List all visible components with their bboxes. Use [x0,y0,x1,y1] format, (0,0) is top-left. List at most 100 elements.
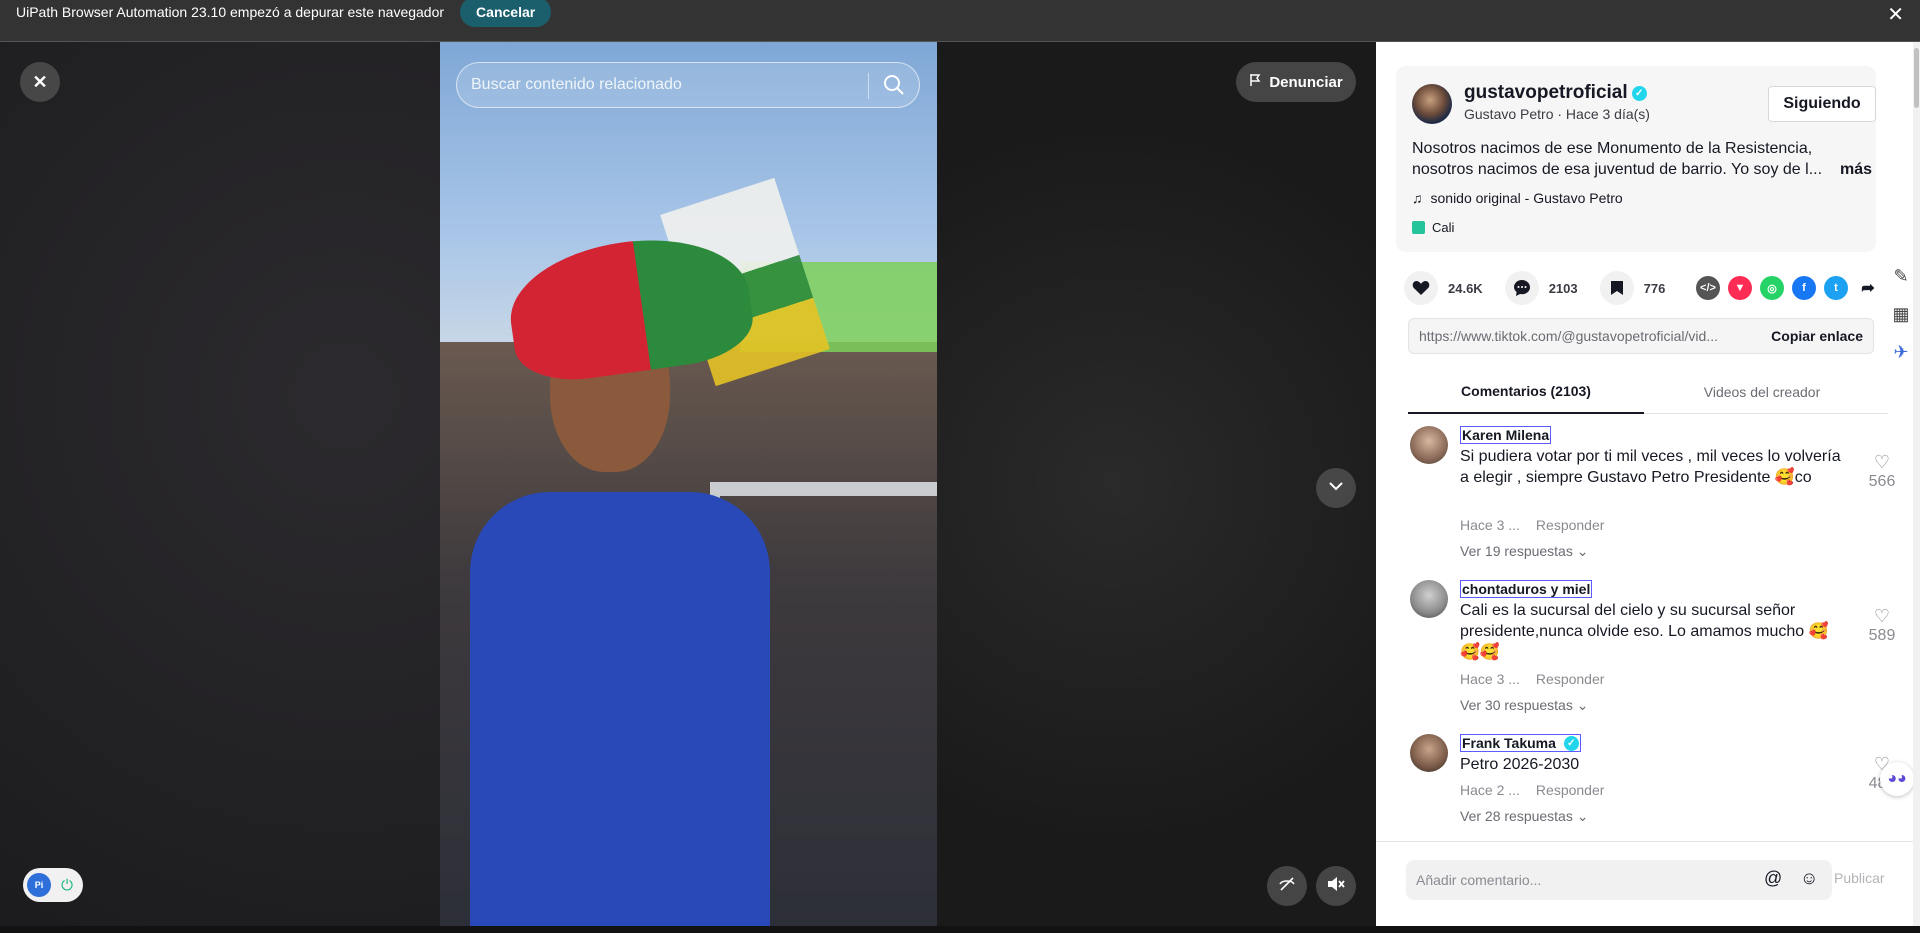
comment-item: Frank Takuma ✓ Petro 2026-2030 Hace 2 ..… [1410,734,1895,834]
power-icon[interactable]: ⏻ [57,875,77,895]
mute-button[interactable] [1316,866,1356,906]
comment-time: Hace 3 ... [1460,671,1520,687]
description-text: Nosotros nacimos de ese Monumento de la … [1412,140,1823,178]
comment-meta: Hace 2 ... Responder [1460,782,1604,798]
add-comment-input[interactable]: Añadir comentario... @ ☺ [1406,860,1832,900]
engagement-stats: 24.6K 2103 776 [1404,270,1687,306]
save-count: 776 [1643,280,1666,296]
view-replies-label: Ver 30 respuestas [1460,697,1573,713]
video-url: https://www.tiktok.com/@gustavopetrofici… [1419,328,1718,344]
view-replies-label: Ver 28 respuestas [1460,808,1573,824]
panel-scrollbar[interactable] [1913,42,1920,926]
comment-text: Si pudiera votar por ti mil veces , mil … [1460,448,1841,486]
view-replies-button[interactable]: Ver 30 respuestas ⌄ [1460,697,1588,714]
twitter-icon[interactable]: t [1824,276,1848,300]
save-button[interactable]: 776 [1599,271,1666,305]
comment-text: Cali es la sucursal del cielo y su sucur… [1460,602,1829,661]
eye-off-icon [1278,875,1296,898]
music-link[interactable]: ♫ sonido original - Gustavo Petro [1412,190,1623,206]
creator-avatar[interactable] [1412,84,1452,124]
heart-outline-icon: ♡ [1873,606,1891,626]
chevron-down-icon: ⌄ [1576,697,1589,713]
share-arrow-icon[interactable]: ➦ [1856,276,1880,300]
send-icon[interactable]: ▼ [1728,276,1752,300]
extension-logo-icon: Pi [27,873,51,897]
mention-icon[interactable]: @ [1764,868,1782,889]
comment-composer: Añadir comentario... @ ☺ Publicar [1376,841,1920,926]
tab-creator-videos[interactable]: Videos del creador [1644,370,1880,414]
chevron-down-icon: ⌄ [1576,543,1589,559]
cancel-debug-button[interactable]: Cancelar [460,0,552,27]
comment-button[interactable]: 2103 [1504,271,1578,305]
reply-button[interactable]: Responder [1536,671,1605,687]
panel-tabs: Comentarios (2103) Videos del creador [1408,370,1888,414]
video-frame[interactable] [440,42,937,926]
volume-muted-icon [1326,875,1346,898]
flag-icon [1249,73,1263,91]
related-search-input[interactable]: Buscar contenido relacionado [456,62,920,108]
commenter-name-text: Frank Takuma [1462,735,1556,751]
verified-icon: ✓ [1563,736,1579,751]
publish-button[interactable]: Publicar [1834,870,1885,886]
commenter-name[interactable]: Karen Milena [1460,426,1552,444]
report-button[interactable]: Denunciar [1236,62,1356,102]
infobar-message: UiPath Browser Automation 23.10 empezó a… [16,3,445,20]
chevron-down-icon: ⌄ [1576,808,1589,824]
location-pin-icon [1412,221,1425,234]
tab-comments[interactable]: Comentarios (2103) [1408,370,1644,414]
close-video-button[interactable]: ✕ [20,62,60,102]
add-comment-placeholder: Añadir comentario... [1416,872,1542,888]
creator-username[interactable]: gustavopetroficial ✓ [1464,82,1647,104]
comment-time: Hace 3 ... [1460,517,1520,533]
location-tag[interactable]: Cali [1412,220,1454,235]
post-description: Nosotros nacimos de ese Monumento de la … [1412,138,1872,180]
video-link-field[interactable]: https://www.tiktok.com/@gustavopetrofici… [1408,318,1874,354]
close-infobar-button[interactable]: ✕ [1887,2,1904,27]
comment-like[interactable]: ♡ 566 [1864,452,1900,491]
hide-button[interactable] [1267,866,1307,906]
following-button[interactable]: Siguiendo [1768,86,1876,122]
commenter-avatar[interactable] [1410,580,1448,618]
next-video-button[interactable] [1316,468,1356,508]
view-replies-button[interactable]: Ver 19 respuestas ⌄ [1460,543,1588,560]
whatsapp-icon[interactable]: ◎ [1760,276,1784,300]
commenter-avatar[interactable] [1410,426,1448,464]
music-note-icon: ♫ [1412,190,1423,206]
search-icon[interactable] [883,74,905,101]
comment-count: 2103 [1548,280,1578,296]
view-replies-label: Ver 19 respuestas [1460,543,1573,559]
music-label: sonido original - Gustavo Petro [1430,190,1623,206]
commenter-avatar[interactable] [1410,734,1448,772]
facebook-icon[interactable]: f [1792,276,1816,300]
creator-meta: Gustavo Petro · Hace 3 día(s) [1464,106,1650,122]
reply-button[interactable]: Responder [1536,782,1605,798]
location-label: Cali [1432,220,1455,235]
reply-button[interactable]: Responder [1536,517,1605,533]
embed-icon[interactable]: </> [1696,276,1720,300]
view-replies-button[interactable]: Ver 28 respuestas ⌄ [1460,808,1588,825]
calendar-icon[interactable]: ▦ [1887,300,1915,328]
scrollbar-thumb[interactable] [1914,48,1919,108]
emoji-icon[interactable]: ☺ [1800,868,1818,889]
blurred-background-right [937,42,1376,926]
commenter-name[interactable]: chontaduros y miel [1460,580,1593,598]
send-plane-icon[interactable]: ✈ [1887,338,1915,366]
comment-item: chontaduros y miel Cali es la sucursal d… [1410,580,1895,720]
search-divider [868,73,869,99]
comment-like-count: 589 [1868,627,1896,644]
copy-link-button[interactable]: Copiar enlace [1771,328,1863,344]
debug-infobar: UiPath Browser Automation 23.10 empezó a… [0,0,1920,42]
comment-item: Karen Milena Si pudiera votar por ti mil… [1410,426,1895,566]
extension-toggle[interactable]: Pi ⏻ [23,868,83,902]
comment-meta: Hace 3 ... Responder [1460,671,1604,687]
like-count: 24.6K [1448,280,1483,296]
magic-wand-icon[interactable]: ✎ [1887,262,1915,290]
assistant-bot-icon[interactable]: ◕◕ [1880,762,1914,796]
comment-like-count: 566 [1868,473,1896,490]
comment-time: Hace 2 ... [1460,782,1520,798]
more-link[interactable]: más [1840,159,1872,180]
comment-like[interactable]: ♡ 589 [1864,606,1900,645]
like-button[interactable]: 24.6K [1404,271,1483,305]
comment-icon [1504,271,1539,305]
commenter-name[interactable]: Frank Takuma ✓ [1460,734,1581,752]
